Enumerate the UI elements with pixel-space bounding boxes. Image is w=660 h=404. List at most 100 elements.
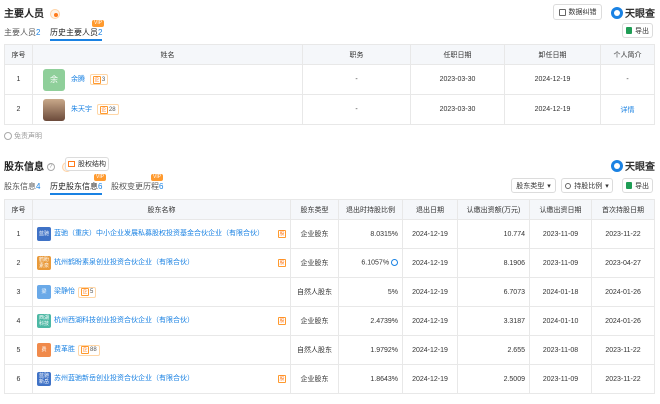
- subscribed-amount: 6.7073: [457, 277, 530, 307]
- row-index: 2: [4, 248, 33, 278]
- tianyancha-logo: 天眼查: [611, 5, 655, 20]
- tab-history-staff-label: 历史主要人员: [50, 28, 98, 37]
- tab-history-staff[interactable]: 历史主要人员2 VIP: [50, 20, 105, 41]
- role: -: [302, 64, 411, 95]
- badge-count: 28: [108, 106, 116, 113]
- row-index: 6: [4, 364, 33, 394]
- shareholders-title: 股东信息 ?: [4, 158, 72, 173]
- person-name-link[interactable]: 朱天宇: [71, 106, 92, 113]
- brand-label: 天眼查: [625, 9, 655, 20]
- col-header: 序号: [4, 44, 33, 65]
- exit-ratio-cell: 1.8643%: [338, 364, 403, 394]
- related-company-badge[interactable]: 企 28: [96, 104, 119, 115]
- shareholder-type-filter[interactable]: 股东类型 ▾: [511, 178, 556, 193]
- shareholder-name-link[interactable]: 苏州蓝驰新岳创业投资合伙企业（有限合伙）: [54, 374, 194, 384]
- company-logo[interactable]: 梁: [37, 285, 51, 299]
- shareholder-type: 企业股东: [290, 306, 339, 336]
- table-row: 1 蓝驰 蓝驰（重庆）中小企业发展私募股权投资基金合伙企业（有限合伙） 股企业股东 8.…: [4, 219, 655, 249]
- tab-history-shareholders[interactable]: 历史股东信息6 VIP: [50, 174, 107, 195]
- shareholder-name-link[interactable]: 杭州鹤盼素泉创业投资合伙企业（有限合伙）: [54, 258, 194, 268]
- equity-structure-button[interactable]: 股权结构: [65, 157, 109, 171]
- exit-date: 2024-12-19: [402, 277, 458, 307]
- shareholder-cell: 蓝驰 蓝驰（重庆）中小企业发展私募股权投资基金合伙企业（有限合伙） 股: [32, 219, 291, 249]
- person-name-link[interactable]: 余腾: [71, 76, 85, 83]
- row-index: 1: [4, 64, 33, 95]
- equity-chart-icon[interactable]: 股: [278, 230, 286, 238]
- shareholder-name-link[interactable]: 蓝驰（重庆）中小企业发展私募股权投资基金合伙企业（有限合伙）: [54, 229, 264, 239]
- company-icon: 企: [81, 288, 89, 296]
- tab-equity-history[interactable]: 股权变更历程6 VIP: [111, 174, 163, 192]
- hot-dot-icon: [49, 9, 60, 20]
- table-row: 1 余 余腾 企3 - 2023-03-30 2024-12-19 -: [4, 64, 655, 95]
- shareholder-type: 企业股东: [290, 219, 339, 249]
- company-logo[interactable]: 西湖 科技: [37, 314, 51, 328]
- end-date: 2024-12-19: [504, 94, 601, 125]
- company-icon: 企: [92, 75, 101, 84]
- col-header: 首次持股日期: [591, 199, 655, 220]
- tab-main-staff[interactable]: 主要人员2: [4, 27, 40, 38]
- shareholder-cell: 梁梁静怡企 5: [32, 277, 291, 307]
- shareholder-name-link[interactable]: 杭州西湖科技创业投资合伙企业（有限合伙）: [54, 316, 194, 326]
- col-header: 股东名称: [32, 199, 291, 220]
- chevron-down-icon: ▾: [547, 182, 551, 190]
- company-logo[interactable]: 费: [37, 343, 51, 357]
- subscribed-date: 2023-11-08: [529, 335, 592, 365]
- equity-chart-icon[interactable]: 股: [278, 317, 286, 325]
- exit-date: 2024-12-19: [402, 364, 458, 394]
- subscribed-amount: 2.655: [457, 335, 530, 365]
- data-correction-button[interactable]: 数据纠错: [553, 4, 602, 20]
- disclaimer-label: 免责声明: [14, 133, 42, 140]
- excel-icon: [626, 182, 632, 189]
- export-button[interactable]: 导出: [622, 23, 653, 38]
- holding-ratio-filter[interactable]: 持股比例 ▾: [561, 178, 613, 193]
- tab-shareholders[interactable]: 股东信息4: [4, 181, 40, 192]
- company-logo[interactable]: 蓝驰: [37, 227, 51, 241]
- equity-chart-icon[interactable]: 股: [278, 375, 286, 383]
- company-logo[interactable]: 鹤盼 素泉: [37, 256, 51, 270]
- equity-chart-icon[interactable]: 股: [278, 259, 286, 267]
- row-index: 1: [4, 219, 33, 249]
- clock-icon[interactable]: [391, 259, 398, 267]
- company-icon: 企: [81, 346, 89, 354]
- export-button[interactable]: 导出: [622, 178, 653, 193]
- role: -: [302, 94, 411, 125]
- row-index: 3: [4, 277, 33, 307]
- shareholder-type: 自然人股东: [290, 277, 339, 307]
- shareholder-name-link[interactable]: 梁静怡: [54, 287, 75, 297]
- company-logo[interactable]: 蓝驰 新岳: [37, 372, 51, 386]
- subscribed-date: 2024-01-18: [529, 277, 592, 307]
- shareholder-cell: 鹤盼 素泉 杭州鹤盼素泉创业投资合伙企业（有限合伙） 股: [32, 248, 291, 278]
- sort-icon: [565, 182, 572, 189]
- avatar[interactable]: 余: [43, 68, 65, 91]
- badge-count: 5: [90, 289, 94, 295]
- table-row: 3 梁梁静怡企 5 自然人股东 5% 2024-12-19 6.7073 2024-01-18…: [4, 277, 655, 307]
- first-holding-date: 2024-01-26: [591, 277, 655, 307]
- exit-ratio-cell: 5%: [338, 277, 403, 307]
- related-company-badge[interactable]: 企 88: [78, 344, 100, 356]
- related-company-badge[interactable]: 企5: [78, 286, 97, 298]
- shareholder-cell: 蓝驰 新岳 苏州蓝驰新岳创业投资合伙企业（有限合伙） 股: [32, 364, 291, 394]
- table-row: 5 费费革胜企 88 自然人股东 1.9792% 2024-12-19 2.655 2023-…: [4, 335, 655, 365]
- start-date: 2023-03-30: [410, 64, 505, 95]
- table-row: 2 鹤盼 素泉 杭州鹤盼素泉创业投资合伙企业（有限合伙） 股企业股东 6.1057% 2…: [4, 248, 655, 278]
- tab-equity-history-label: 股权变更历程: [111, 182, 159, 191]
- data-correction-label: 数据纠错: [568, 9, 597, 16]
- main-staff-title-text: 主要人员: [4, 9, 44, 20]
- row-index: 5: [4, 335, 33, 365]
- table-row: 4 西湖 科技 杭州西湖科技创业投资合伙企业（有限合伙） 股企业股东 2.4739% 20…: [4, 306, 655, 336]
- col-header: 职务: [302, 44, 411, 65]
- subscribed-date: 2023-11-09: [529, 219, 592, 249]
- exit-ratio: 5%: [387, 288, 398, 296]
- disclaimer[interactable]: 免责声明: [4, 131, 42, 141]
- shareholder-cell: 费费革胜企 88: [32, 335, 291, 365]
- person-cell: 余 余腾 企3: [32, 64, 303, 95]
- intro-detail-link[interactable]: 详情: [600, 94, 655, 125]
- chevron-down-icon: ▾: [605, 182, 609, 190]
- tab-shareholders-count: 4: [36, 182, 41, 191]
- shareholder-name-link[interactable]: 费革胜: [54, 345, 75, 355]
- subscribed-date: 2023-11-09: [529, 364, 592, 394]
- avatar-photo[interactable]: [43, 98, 65, 121]
- tianyancha-logo: 天眼查: [611, 158, 655, 173]
- related-company-badge[interactable]: 企3: [89, 74, 109, 85]
- tab-main-staff-count: 2: [36, 28, 41, 37]
